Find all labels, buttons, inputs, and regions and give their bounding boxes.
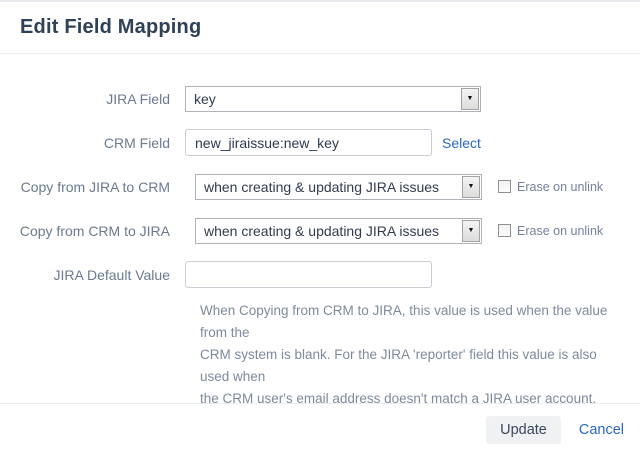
jira-default-value-row: JIRA Default Value	[0, 261, 640, 288]
jira-field-label: JIRA Field	[0, 91, 185, 107]
help-text-line: CRM system is blank. For the JIRA 'repor…	[200, 344, 625, 388]
copy-crm-to-jira-selected-value: when creating & updating JIRA issues	[196, 219, 461, 243]
erase-on-unlink-label: Erase on unlink	[517, 180, 603, 194]
copy-crm-to-jira-select[interactable]: when creating & updating JIRA issues ▼	[195, 218, 482, 244]
jira-field-dropdown-button[interactable]: ▼	[461, 88, 479, 110]
copy-jira-to-crm-row: Copy from JIRA to CRM when creating & up…	[0, 173, 640, 200]
copy-jira-to-crm-selected-value: when creating & updating JIRA issues	[196, 175, 461, 199]
help-text-line: When Copying from CRM to JIRA, this valu…	[200, 300, 625, 344]
crm-field-row: CRM Field Select	[0, 129, 640, 156]
copy-crm-to-jira-label: Copy from CRM to JIRA	[0, 223, 185, 239]
jira-default-value-label: JIRA Default Value	[0, 267, 185, 283]
copy-jira-to-crm-select[interactable]: when creating & updating JIRA issues ▼	[195, 174, 482, 200]
chevron-down-icon: ▼	[468, 183, 475, 190]
dialog-header: Edit Field Mapping	[0, 2, 640, 54]
dialog-footer: Update Cancel	[0, 403, 640, 455]
edit-field-mapping-dialog: Edit Field Mapping JIRA Field key ▼ CRM …	[0, 0, 640, 455]
copy-jira-to-crm-dropdown-button[interactable]: ▼	[462, 176, 480, 198]
erase-on-unlink-label: Erase on unlink	[517, 224, 603, 238]
chevron-down-icon: ▼	[467, 95, 474, 102]
copy-crm-to-jira-row: Copy from CRM to JIRA when creating & up…	[0, 217, 640, 244]
crm-field-label: CRM Field	[0, 135, 185, 151]
jira-field-select[interactable]: key ▼	[185, 86, 481, 112]
copy-crm-to-jira-dropdown-button[interactable]: ▼	[462, 220, 480, 242]
jira-field-row: JIRA Field key ▼	[0, 85, 640, 112]
erase-on-unlink-checkbox-jira-to-crm[interactable]	[498, 180, 511, 193]
copy-jira-to-crm-label: Copy from JIRA to CRM	[0, 179, 185, 195]
jira-default-value-input[interactable]	[185, 261, 432, 288]
field-mapping-form: JIRA Field key ▼ CRM Field Select Copy f…	[0, 54, 640, 440]
crm-field-input[interactable]	[185, 129, 432, 156]
erase-on-unlink-checkbox-crm-to-jira[interactable]	[498, 224, 511, 237]
cancel-link[interactable]: Cancel	[579, 422, 624, 438]
jira-default-value-help-text: When Copying from CRM to JIRA, this valu…	[200, 300, 625, 410]
dialog-title: Edit Field Mapping	[20, 16, 201, 39]
jira-field-selected-value: key	[186, 87, 460, 111]
chevron-down-icon: ▼	[468, 227, 475, 234]
update-button[interactable]: Update	[486, 416, 561, 444]
crm-field-select-link[interactable]: Select	[442, 135, 481, 151]
